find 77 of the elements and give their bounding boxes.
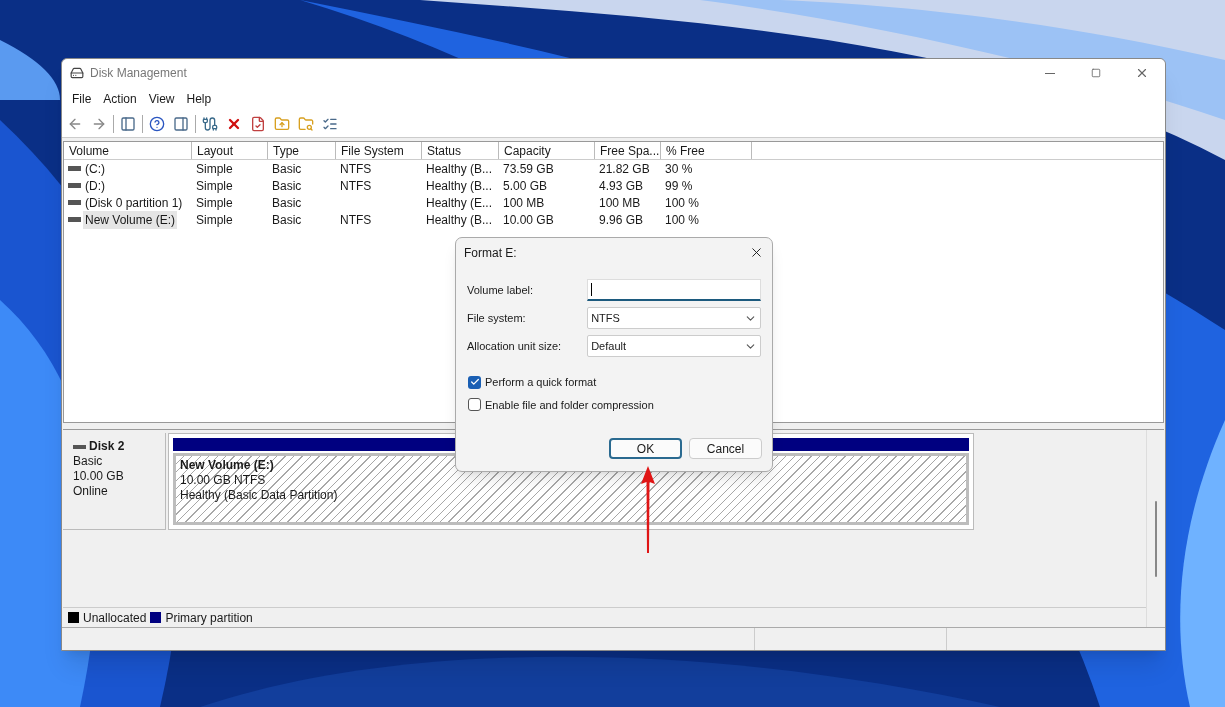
- table-cell[interactable]: (Disk 0 partition 1): [83, 193, 185, 212]
- dialog-title: Format E:: [464, 244, 517, 262]
- disk-card[interactable]: Disk 2 Basic 10.00 GB Online: [63, 433, 166, 530]
- disk-size: 10.00 GB: [73, 469, 125, 484]
- table-cell-text: 9.96 GB: [599, 211, 644, 229]
- table-cell-text: NTFS: [340, 177, 372, 195]
- maximize-icon: [1091, 68, 1101, 78]
- disk-type: Basic: [73, 454, 104, 469]
- legend-label: Primary partition: [165, 609, 253, 627]
- drive-icon: [68, 166, 81, 171]
- checkbox-label: Enable file and folder compression: [485, 397, 654, 413]
- table-cell[interactable]: New Volume (E:): [83, 210, 178, 229]
- drive-icon: [68, 183, 81, 188]
- column-header[interactable]: Free Spa...: [595, 142, 661, 159]
- table-cell-text: 10.00 GB: [503, 211, 554, 229]
- table-cell-text: NTFS: [340, 211, 372, 229]
- table-cell-text: 100 %: [665, 194, 700, 212]
- table-cell-text: 100 %: [665, 211, 700, 229]
- window-title: Disk Management: [90, 65, 187, 82]
- column-header[interactable]: Layout: [192, 142, 268, 159]
- partition-detail: 10.00 GB NTFS: [180, 473, 266, 488]
- checkbox[interactable]: [468, 375, 481, 389]
- table-cell-text: 99 %: [665, 177, 693, 195]
- column-header[interactable]: Status: [422, 142, 499, 159]
- menu-item[interactable]: Help: [180, 89, 218, 108]
- table-cell-text: 4.93 GB: [599, 177, 644, 195]
- dropdown[interactable]: Default: [587, 335, 761, 357]
- table-cell-text: Healthy (B...: [426, 177, 493, 195]
- field-label: Volume label:: [467, 282, 535, 298]
- field-label: File system:: [467, 310, 527, 326]
- table-cell-text: 21.82 GB: [599, 160, 650, 178]
- volume-label-field[interactable]: [587, 279, 761, 301]
- app-icon: [70, 66, 84, 80]
- table-cell-text: Healthy (B...: [426, 160, 493, 178]
- table-cell-text: Simple: [196, 194, 233, 212]
- table-cell-text: 100 MB: [503, 194, 545, 212]
- drive-icon: [68, 217, 81, 222]
- menu-item[interactable]: Action: [97, 89, 143, 108]
- column-header[interactable]: % Free: [661, 142, 752, 159]
- menu-item[interactable]: File: [66, 89, 98, 108]
- table-cell-text: Basic: [272, 211, 302, 229]
- table-cell-text: 30 %: [665, 160, 693, 178]
- table-cell-text: 100 MB: [599, 194, 641, 212]
- partition-name: New Volume (E:): [180, 458, 274, 473]
- checkbox[interactable]: [468, 398, 481, 412]
- column-header[interactable]: Volume: [64, 142, 192, 159]
- field-label: Allocation unit size:: [467, 338, 563, 354]
- table-cell-text: Basic: [272, 177, 302, 195]
- table-cell-text: Healthy (B...: [426, 211, 493, 229]
- table-cell-text: Basic: [272, 160, 302, 178]
- menu-item[interactable]: View: [142, 89, 181, 108]
- table-cell-text: Simple: [196, 160, 233, 178]
- disk-status: Online: [73, 484, 109, 499]
- table-cell-text: Healthy (E...: [426, 194, 493, 212]
- minimize-icon: [1045, 72, 1055, 74]
- legend-label: Unallocated: [83, 609, 147, 627]
- table-cell-text: Simple: [196, 211, 233, 229]
- table-cell[interactable]: (D:): [83, 176, 107, 195]
- drive-icon: [68, 200, 81, 205]
- table-cell-text: NTFS: [340, 160, 372, 178]
- column-header[interactable]: Capacity: [499, 142, 595, 159]
- dialog-button[interactable]: OK: [609, 438, 682, 459]
- partition-status: Healthy (Basic Data Partition): [180, 488, 338, 503]
- column-header[interactable]: Type: [268, 142, 336, 159]
- disk-name: Disk 2: [89, 439, 125, 454]
- drive-icon: [73, 444, 86, 449]
- table-cell-text: Basic: [272, 194, 302, 212]
- dialog-button[interactable]: Cancel: [689, 438, 762, 459]
- column-header[interactable]: File System: [336, 142, 422, 159]
- table-cell-text: 73.59 GB: [503, 160, 554, 178]
- checkbox-label: Perform a quick format: [485, 375, 597, 390]
- close-icon: [1135, 66, 1149, 80]
- table-cell[interactable]: (C:): [83, 159, 107, 178]
- table-cell-text: 5.00 GB: [503, 177, 548, 195]
- text-caret: [591, 283, 593, 296]
- dropdown[interactable]: NTFS: [587, 307, 761, 329]
- table-cell-text: Simple: [196, 177, 233, 195]
